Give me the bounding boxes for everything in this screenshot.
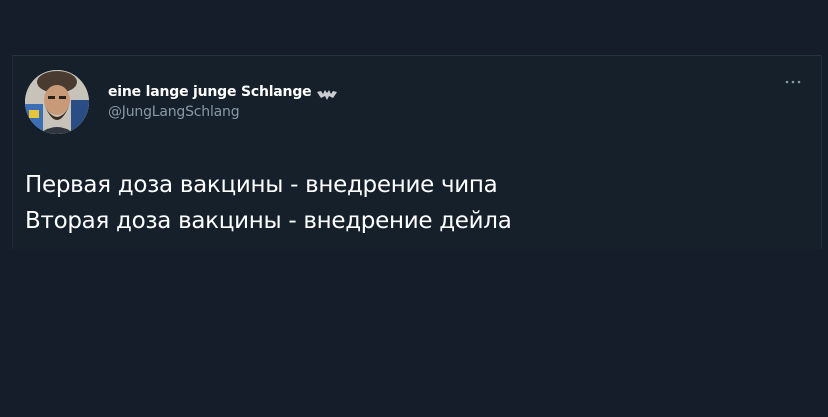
tweet-text-line: Вторая доза вакцины - внедрение дейла (25, 208, 512, 234)
tweet-text-line: Первая доза вакцины - внедрение чипа (25, 172, 498, 198)
more-horizontal-icon (785, 80, 801, 84)
tweet-card: eine lange junge Schlange @JungLangSchla… (12, 55, 822, 249)
tweet-text: Первая доза вакцины - внедрение чипа Вто… (25, 167, 512, 239)
user-block: eine lange junge Schlange @JungLangSchla… (108, 82, 338, 120)
user-handle[interactable]: @JungLangSchlang (108, 104, 337, 120)
more-options-button[interactable] (781, 74, 805, 88)
bearded-man-avatar-image (25, 70, 89, 134)
display-name[interactable]: eine lange junge Schlange (108, 84, 312, 100)
avatar[interactable] (25, 70, 89, 134)
bat-icon (317, 86, 338, 100)
display-name-row: eine lange junge Schlange (108, 82, 338, 102)
